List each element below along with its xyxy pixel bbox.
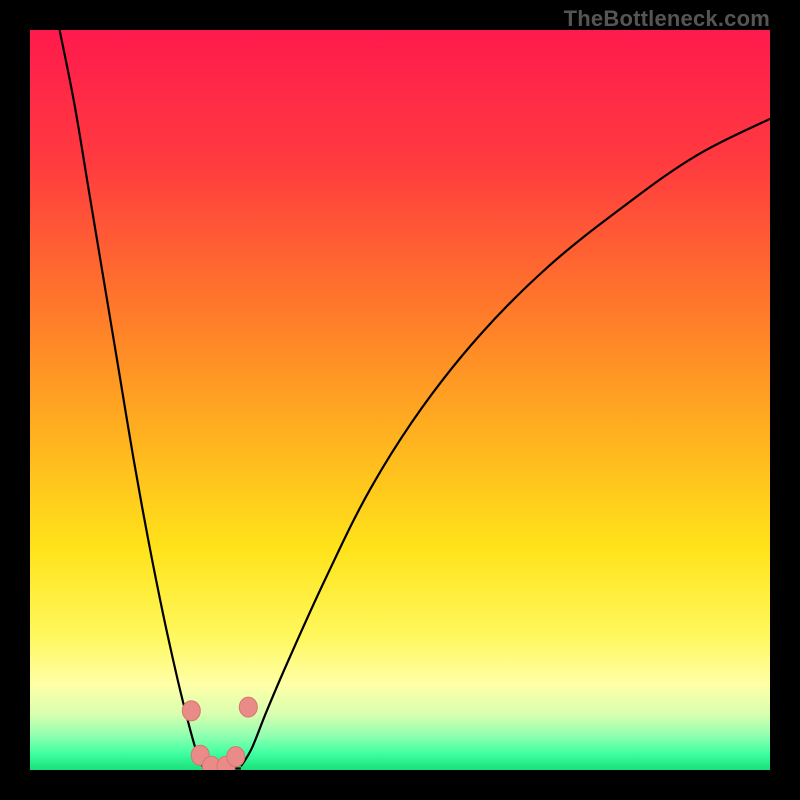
plot-area [30, 30, 770, 770]
watermark-text: TheBottleneck.com [564, 6, 770, 32]
data-marker [182, 701, 200, 721]
data-marker [239, 697, 257, 717]
gradient-background [30, 30, 770, 770]
data-marker [227, 747, 245, 767]
bottleneck-chart [30, 30, 770, 770]
outer-frame: TheBottleneck.com [0, 0, 800, 800]
